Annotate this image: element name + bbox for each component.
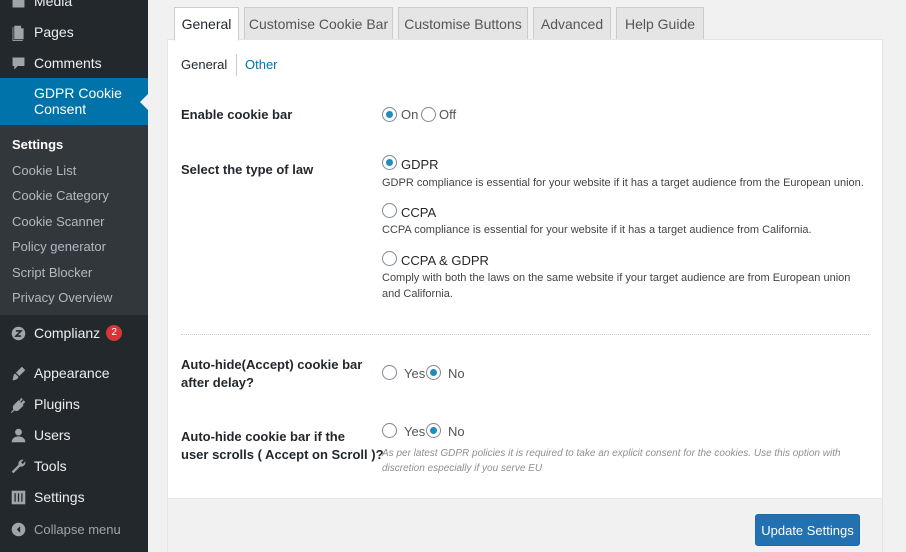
enable-on-radio[interactable] bbox=[382, 107, 397, 122]
active-arrow bbox=[140, 94, 148, 110]
autohide-scroll-hint-cont: discretion especially if you serve EU bbox=[382, 463, 543, 474]
menu-item-plugins[interactable]: Plugins bbox=[0, 394, 148, 414]
menu-item-gdpr-cookie-consent[interactable]: GDPR Cookie Consent bbox=[0, 78, 148, 125]
law-ccpa-gdpr-radio[interactable] bbox=[382, 251, 397, 266]
submenu-script-blocker[interactable]: Script Blocker bbox=[12, 265, 92, 280]
menu-item-settings[interactable]: Settings bbox=[0, 487, 148, 507]
submenu-policy-generator[interactable]: Policy generator bbox=[12, 239, 106, 254]
autohide-delay-label-cont: after delay? bbox=[181, 375, 254, 390]
menu-label: Users bbox=[34, 427, 71, 443]
submenu-cookie-scanner[interactable]: Cookie Scanner bbox=[12, 214, 105, 229]
law-type-label: Select the type of law bbox=[181, 162, 314, 177]
menu-label: Complianz bbox=[34, 325, 101, 341]
law-ccpa-gdpr-description: Comply with both the laws on the same we… bbox=[382, 272, 851, 284]
section-divider bbox=[181, 334, 869, 335]
menu-label: Appearance bbox=[34, 365, 110, 381]
autohide-delay-no-radio[interactable] bbox=[426, 365, 441, 380]
enable-cookie-bar-label: Enable cookie bar bbox=[181, 107, 293, 122]
tab-customise-buttons[interactable]: Customise Buttons bbox=[398, 7, 528, 40]
autohide-delay-yes-radio[interactable] bbox=[382, 365, 397, 380]
autohide-scroll-yes-radio[interactable] bbox=[382, 423, 397, 438]
autohide-delay-no-label: No bbox=[448, 366, 465, 381]
submenu-cookie-category[interactable]: Cookie Category bbox=[12, 188, 109, 203]
submenu-cookie-list[interactable]: Cookie List bbox=[12, 163, 76, 178]
autohide-delay-yes-label: Yes bbox=[404, 366, 426, 381]
tab-advanced[interactable]: Advanced bbox=[533, 7, 611, 40]
autohide-scroll-yes-label: Yes bbox=[404, 424, 426, 439]
media-icon bbox=[9, 0, 27, 10]
menu-item-pages[interactable]: Pages bbox=[0, 22, 148, 42]
comments-icon bbox=[9, 54, 27, 72]
menu-item-media[interactable]: Media bbox=[0, 0, 148, 10]
menu-label: Comments bbox=[34, 55, 102, 71]
menu-label: Settings bbox=[34, 489, 85, 505]
menu-item-complianz[interactable]: Complianz 2 bbox=[0, 323, 148, 343]
admin-sidebar: Media Pages Comments GDPR Cookie Consent… bbox=[0, 0, 148, 552]
submenu-privacy-overview[interactable]: Privacy Overview bbox=[12, 290, 112, 305]
complianz-icon bbox=[9, 324, 27, 342]
enable-off-radio[interactable] bbox=[421, 107, 436, 122]
update-settings-button[interactable]: Update Settings bbox=[755, 514, 860, 546]
autohide-scroll-no-radio[interactable] bbox=[426, 423, 441, 438]
notification-badge: 2 bbox=[106, 325, 123, 341]
menu-item-comments[interactable]: Comments bbox=[0, 53, 148, 73]
law-gdpr-label: GDPR bbox=[401, 157, 439, 172]
autohide-scroll-hint: As per latest GDPR policies it is requir… bbox=[382, 448, 841, 459]
enable-off-label: Off bbox=[439, 107, 457, 122]
law-ccpa-label: CCPA bbox=[401, 205, 437, 220]
menu-label: GDPR Cookie Consent bbox=[34, 85, 122, 117]
law-ccpa-radio[interactable] bbox=[382, 203, 397, 218]
submenu-settings[interactable]: Settings bbox=[12, 137, 63, 152]
autohide-scroll-label: Auto-hide cookie bar if the bbox=[181, 429, 345, 444]
law-gdpr-radio[interactable] bbox=[382, 155, 397, 170]
law-ccpa-description: CCPA compliance is essential for your we… bbox=[382, 224, 812, 236]
collapse-arrow-icon bbox=[9, 520, 27, 538]
settings-sliders-icon bbox=[9, 488, 27, 506]
autohide-delay-label: Auto-hide(Accept) cookie bar bbox=[181, 357, 363, 372]
menu-label: Pages bbox=[34, 24, 74, 40]
law-gdpr-description: GDPR compliance is essential for your we… bbox=[382, 177, 864, 189]
autohide-scroll-no-label: No bbox=[448, 424, 465, 439]
plug-icon bbox=[9, 395, 27, 413]
tab-help-guide[interactable]: Help Guide bbox=[616, 7, 704, 40]
tab-customise-cookie-bar[interactable]: Customise Cookie Bar bbox=[244, 7, 393, 40]
subtab-divider bbox=[236, 54, 237, 76]
wrench-icon bbox=[9, 457, 27, 475]
law-ccpa-gdpr-description-cont: and California. bbox=[382, 288, 453, 300]
subtab-other[interactable]: Other bbox=[245, 57, 278, 72]
gdpr-submenu: Settings Cookie List Cookie Category Coo… bbox=[0, 125, 148, 315]
autohide-scroll-label-cont: user scrolls ( Accept on Scroll )? bbox=[181, 447, 384, 462]
pages-icon bbox=[9, 23, 27, 41]
menu-label: Media bbox=[34, 0, 73, 9]
paintbrush-icon bbox=[9, 364, 27, 382]
tab-general[interactable]: General bbox=[174, 7, 239, 41]
law-ccpa-gdpr-label: CCPA & GDPR bbox=[401, 253, 489, 268]
menu-label: Tools bbox=[34, 458, 67, 474]
collapse-menu[interactable]: Collapse menu bbox=[0, 519, 148, 539]
menu-label: Plugins bbox=[34, 396, 80, 412]
enable-on-label: On bbox=[401, 107, 419, 122]
subtab-general[interactable]: General bbox=[181, 57, 227, 72]
menu-item-appearance[interactable]: Appearance bbox=[0, 363, 148, 383]
menu-item-users[interactable]: Users bbox=[0, 425, 148, 445]
menu-label: Collapse menu bbox=[34, 521, 121, 537]
menu-item-tools[interactable]: Tools bbox=[0, 456, 148, 476]
user-icon bbox=[9, 426, 27, 444]
